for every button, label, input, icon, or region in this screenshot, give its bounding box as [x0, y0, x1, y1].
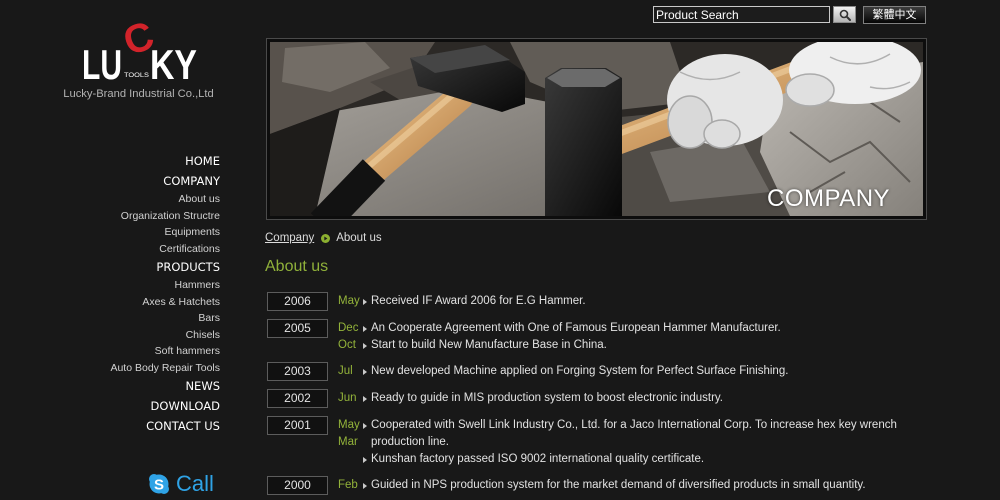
year-box: 2006 — [267, 292, 328, 311]
logo-tools-text: TOOLS — [124, 72, 150, 79]
breadcrumb-company-link[interactable]: Company — [265, 231, 314, 245]
event-text: An Cooperate Agreement with One of Famou… — [371, 322, 781, 334]
event-item: Ready to guide in MIS production system … — [363, 390, 927, 407]
month-label: Jun — [338, 392, 357, 404]
month-label: Mar — [338, 436, 358, 448]
timeline-row: 2006 May Received IF Award 2006 for E.G … — [267, 292, 927, 311]
nav-products-auto-body-repair[interactable]: Auto Body Repair Tools — [20, 360, 220, 377]
event-text: Kunshan factory passed ISO 9002 internat… — [371, 453, 705, 465]
nav-company-about-us[interactable]: About us — [20, 191, 220, 208]
timeline-row: 2001 May Mar Cooperated with Swell Link … — [267, 416, 927, 468]
event-list: Cooperated with Swell Link Industry Co.,… — [363, 416, 927, 468]
search-button[interactable] — [833, 6, 856, 23]
company-name: Lucky-Brand Industrial Co.,Ltd — [63, 88, 214, 100]
nav-products-chisels[interactable]: Chisels — [20, 327, 220, 344]
year-box: 2000 — [267, 476, 328, 495]
nav-products-soft-hammers[interactable]: Soft hammers — [20, 343, 220, 360]
event-item: Guided in NPS production system for the … — [363, 477, 927, 494]
month-label: Jul — [338, 365, 353, 377]
event-item: An Cooperate Agreement with One of Famou… — [363, 320, 927, 337]
skype-icon: S — [149, 474, 169, 494]
year-box: 2002 — [267, 389, 328, 408]
year-box: 2005 — [267, 319, 328, 338]
nav-products-axes-hatchets[interactable]: Axes & Hatchets — [20, 294, 220, 311]
timeline-row: 2000 Feb Guided in NPS production system… — [267, 476, 927, 495]
event-item: Kunshan factory passed ISO 9002 internat… — [363, 451, 927, 468]
event-list: Guided in NPS production system for the … — [363, 476, 927, 494]
event-text: Received IF Award 2006 for E.G Hammer. — [371, 295, 586, 307]
svg-text:S: S — [154, 477, 164, 494]
event-item: Received IF Award 2006 for E.G Hammer. — [363, 293, 927, 310]
banner-caption: COMPANY — [767, 185, 891, 212]
bullet-arrow-icon — [363, 325, 367, 332]
event-text: Cooperated with Swell Link Industry Co.,… — [371, 419, 897, 448]
nav-home[interactable]: HOME — [20, 151, 220, 171]
month-column: Jun — [338, 389, 363, 407]
nav-products-hammers[interactable]: Hammers — [20, 277, 220, 294]
bullet-arrow-icon — [363, 368, 367, 375]
bullet-arrow-icon — [363, 422, 367, 429]
month-column: May Mar — [338, 416, 363, 451]
event-text: Start to build New Manufacture Base in C… — [371, 339, 607, 351]
month-label: Oct — [338, 339, 356, 351]
page-title: About us — [265, 258, 329, 275]
event-list: New developed Machine applied on Forging… — [363, 362, 927, 380]
month-label: May — [338, 295, 360, 307]
lucky-tools-logo[interactable]: LU C TOOLS KY — [80, 20, 202, 82]
search-icon — [839, 9, 851, 21]
event-text: Ready to guide in MIS production system … — [371, 392, 723, 404]
event-text: Guided in NPS production system for the … — [371, 479, 866, 491]
event-item: Cooperated with Swell Link Industry Co.,… — [363, 417, 927, 451]
nav-company-organization[interactable]: Organization Structre — [20, 208, 220, 225]
month-column: Jul — [338, 362, 363, 380]
nav-download[interactable]: DOWNLOAD — [20, 396, 220, 416]
nav-company[interactable]: COMPANY — [20, 171, 220, 191]
history-timeline: 2006 May Received IF Award 2006 for E.G … — [267, 292, 927, 500]
year-box: 2001 — [267, 416, 328, 435]
company-banner: COMPANY — [266, 38, 927, 220]
skype-call-button[interactable]: S Call — [148, 472, 214, 496]
bullet-arrow-icon — [363, 456, 367, 463]
nav-products[interactable]: PRODUCTS — [20, 257, 220, 277]
nav-news[interactable]: NEWS — [20, 376, 220, 396]
event-item: Start to build New Manufacture Base in C… — [363, 337, 927, 354]
logo-letters-lu: LU — [82, 41, 122, 82]
skype-call-label: Call — [176, 471, 214, 496]
logo-graphic: LU C TOOLS KY — [82, 20, 197, 82]
month-column: Dec Oct — [338, 319, 363, 354]
logo-letters-ky: KY — [150, 41, 197, 82]
event-item: New developed Machine applied on Forging… — [363, 363, 927, 380]
event-text: New developed Machine applied on Forging… — [371, 365, 789, 377]
language-switch-button[interactable]: 繁體中文 — [863, 6, 926, 24]
month-column: May — [338, 292, 363, 310]
arrow-circle-icon — [321, 233, 331, 243]
nav-contact-us[interactable]: CONTACT US — [20, 416, 220, 436]
nav-company-equipments[interactable]: Equipments — [20, 224, 220, 241]
nav-products-bars[interactable]: Bars — [20, 310, 220, 327]
event-list: Ready to guide in MIS production system … — [363, 389, 927, 407]
timeline-row: 2002 Jun Ready to guide in MIS productio… — [267, 389, 927, 408]
timeline-row: 2003 Jul New developed Machine applied o… — [267, 362, 927, 381]
month-label: Feb — [338, 479, 358, 491]
year-box: 2003 — [267, 362, 328, 381]
nav-company-certifications[interactable]: Certifications — [20, 241, 220, 258]
breadcrumb-current: About us — [336, 232, 382, 244]
product-search-input[interactable] — [653, 6, 830, 23]
month-column: Feb — [338, 476, 363, 494]
main-nav: HOME COMPANY About us Organization Struc… — [20, 151, 220, 436]
breadcrumb: Company About us — [265, 231, 382, 245]
timeline-row: 2005 Dec Oct An Cooperate Agreement with… — [267, 319, 927, 354]
event-list: An Cooperate Agreement with One of Famou… — [363, 319, 927, 354]
bullet-arrow-icon — [363, 395, 367, 402]
bullet-arrow-icon — [363, 342, 367, 349]
month-label: May — [338, 419, 360, 431]
bullet-arrow-icon — [363, 482, 367, 489]
month-label: Dec — [338, 322, 359, 334]
bullet-arrow-icon — [363, 298, 367, 305]
event-list: Received IF Award 2006 for E.G Hammer. — [363, 292, 927, 310]
